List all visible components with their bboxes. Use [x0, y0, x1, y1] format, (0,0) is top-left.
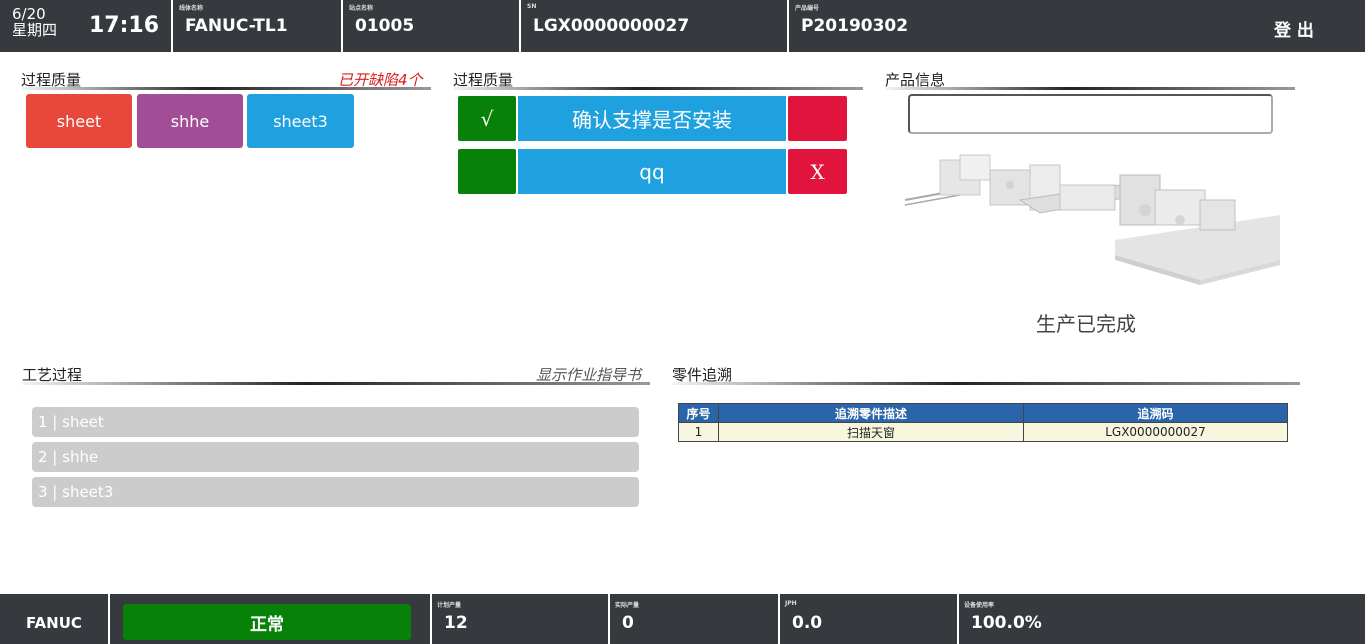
- part-trace-table: 序号 追溯零件描述 追溯码 1 扫描天窗 LGX0000000027: [678, 403, 1288, 442]
- quality-check-row: √ 确认支撑是否安装: [458, 96, 847, 141]
- check-ok-button[interactable]: [458, 149, 516, 194]
- brand-label: FANUC: [26, 614, 82, 632]
- sn-value: LGX0000000027: [533, 16, 690, 36]
- section-divider: [885, 87, 1295, 90]
- check-ng-button[interactable]: X: [788, 149, 847, 194]
- product-number-caption: 产品编号: [795, 5, 820, 12]
- station-name-caption: 站点名称: [349, 5, 374, 12]
- actual-output-value: 0: [622, 613, 634, 633]
- check-item-text: 确认支撑是否安装: [518, 96, 786, 141]
- cell-index: 1: [678, 422, 719, 442]
- planned-output-value: 12: [444, 613, 468, 633]
- actual-output-caption: 实际产量: [615, 602, 640, 609]
- product-number-cell: 产品编号 P20190302: [787, 0, 1187, 52]
- date-text: 6/20: [12, 5, 46, 23]
- table-row[interactable]: 1 扫描天窗 LGX0000000027: [678, 422, 1288, 442]
- date-display: 6/20 星期四: [12, 6, 57, 38]
- weekday-text: 星期四: [12, 21, 58, 39]
- station-name-value: 01005: [355, 16, 415, 36]
- column-header-description: 追溯零件描述: [718, 403, 1024, 423]
- clock-time: 17:16: [89, 13, 160, 38]
- utilization-caption: 设备使用率: [964, 602, 995, 609]
- cell-description: 扫描天窗: [718, 422, 1024, 442]
- bottom-bar: FANUC 正常 计划产量 12 实际产量 0 JPH 0.0 设备使用率 10…: [0, 594, 1365, 644]
- utilization-value: 100.0%: [971, 613, 1042, 633]
- utilization-cell: 设备使用率 100.0%: [957, 594, 1365, 644]
- quality-button-shhe[interactable]: shhe: [137, 94, 243, 148]
- process-step-item[interactable]: 1 | sheet: [32, 407, 639, 437]
- product-number-value: P20190302: [801, 16, 909, 36]
- section-divider: [453, 87, 863, 90]
- line-name-value: FANUC-TL1: [185, 16, 288, 36]
- status-badge: 正常: [123, 604, 411, 640]
- sn-cell: SN LGX0000000027: [519, 0, 787, 52]
- line-name-caption: 线体名称: [179, 5, 204, 12]
- check-ok-button[interactable]: √: [458, 96, 516, 141]
- jph-caption: JPH: [785, 600, 797, 607]
- cell-trace-code: LGX0000000027: [1023, 422, 1288, 442]
- line-name-cell: 线体名称 FANUC-TL1: [171, 0, 341, 52]
- section-divider: [672, 382, 1300, 385]
- logout-button[interactable]: 登 出: [1274, 16, 1314, 41]
- product-scan-input[interactable]: [908, 94, 1273, 134]
- column-header-trace-code: 追溯码: [1023, 403, 1288, 423]
- section-divider: [22, 382, 650, 385]
- table-header-row: 序号 追溯零件描述 追溯码: [678, 403, 1288, 423]
- production-complete-text: 生产已完成: [1036, 312, 1136, 336]
- quality-check-row: qq X: [458, 149, 847, 194]
- section-divider: [21, 87, 431, 90]
- jph-value: 0.0: [792, 613, 823, 633]
- quality-button-sheet3[interactable]: sheet3: [247, 94, 354, 148]
- jph-cell: JPH 0.0: [778, 594, 957, 644]
- top-bar: 6/20 星期四 17:16 线体名称 FANUC-TL1 站点名称 01005…: [0, 0, 1365, 52]
- production-line-illustration: [904, 154, 1280, 285]
- column-header-index: 序号: [678, 403, 719, 423]
- check-item-text: qq: [518, 149, 786, 194]
- station-name-cell: 站点名称 01005: [341, 0, 519, 52]
- quality-button-sheet[interactable]: sheet: [26, 94, 132, 148]
- process-step-item[interactable]: 3 | sheet3: [32, 477, 639, 507]
- process-step-item[interactable]: 2 | shhe: [32, 442, 639, 472]
- actual-output-cell: 实际产量 0: [608, 594, 778, 644]
- planned-output-caption: 计划产量: [437, 602, 462, 609]
- planned-output-cell: 计划产量 12: [430, 594, 608, 644]
- sn-caption: SN: [527, 3, 537, 10]
- check-ng-button[interactable]: [788, 96, 847, 141]
